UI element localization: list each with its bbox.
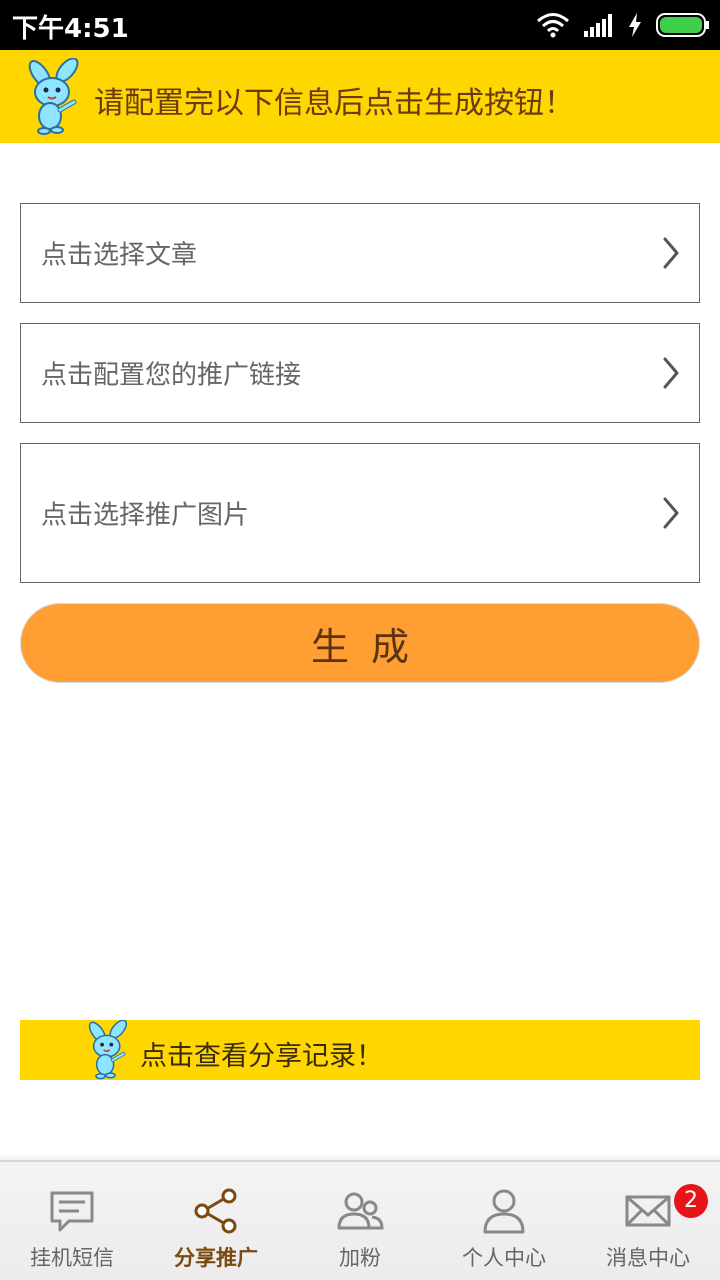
mail-icon: [625, 1195, 671, 1227]
bunny-mascot-icon: [28, 58, 79, 135]
share-icon: [194, 1188, 237, 1234]
wifi-icon: [537, 13, 569, 38]
status-icons: [536, 10, 710, 40]
nav-label: 挂机短信: [30, 1246, 114, 1270]
share-history-banner[interactable]: 点击查看分享记录！: [20, 1020, 700, 1080]
nav-label: 个人中心: [462, 1246, 546, 1270]
status-bar: 下午4:51: [0, 0, 720, 50]
battery-icon: [656, 13, 709, 37]
users-icon: [337, 1192, 384, 1230]
select-image-label: 点击选择推广图片: [41, 500, 250, 531]
nav-item-message-center[interactable]: 2 消息中心: [576, 1162, 720, 1280]
chevron-right-icon: [663, 357, 679, 389]
bunny-mascot-icon: [88, 1020, 128, 1080]
chevron-right-icon: [663, 497, 679, 529]
share-history-text: 点击查看分享记录！: [140, 1041, 383, 1072]
select-article-row[interactable]: 点击选择文章: [20, 203, 700, 303]
nav-label: 加粉: [339, 1246, 381, 1270]
instruction-banner: 请配置完以下信息后点击生成按钮！: [0, 50, 720, 143]
config-link-label: 点击配置您的推广链接: [41, 360, 302, 391]
generate-button-label: 生成: [310, 624, 431, 669]
status-time: 下午4:51: [12, 14, 129, 44]
nav-item-add-fans[interactable]: 加粉: [288, 1162, 432, 1280]
person-icon: [483, 1189, 525, 1234]
nav-item-hangup-sms[interactable]: 挂机短信: [0, 1162, 144, 1280]
instruction-text: 请配置完以下信息后点击生成按钮！: [94, 86, 574, 121]
generate-button[interactable]: 生成: [20, 603, 700, 683]
bottom-nav: 挂机短信 分享推广 加粉 个人中心 2 消息中心: [0, 1160, 720, 1280]
nav-label: 消息中心: [606, 1246, 690, 1270]
charging-icon: [629, 13, 641, 37]
select-article-label: 点击选择文章: [41, 240, 198, 271]
config-link-row[interactable]: 点击配置您的推广链接: [20, 323, 700, 423]
nav-item-share-promo[interactable]: 分享推广: [144, 1162, 288, 1280]
chevron-right-icon: [663, 237, 679, 269]
select-image-row[interactable]: 点击选择推广图片: [20, 443, 700, 583]
unread-badge: 2: [674, 1184, 708, 1218]
message-icon: [50, 1191, 94, 1232]
nav-item-personal-center[interactable]: 个人中心: [432, 1162, 576, 1280]
nav-label: 分享推广: [174, 1246, 258, 1270]
signal-icon: [584, 14, 612, 37]
